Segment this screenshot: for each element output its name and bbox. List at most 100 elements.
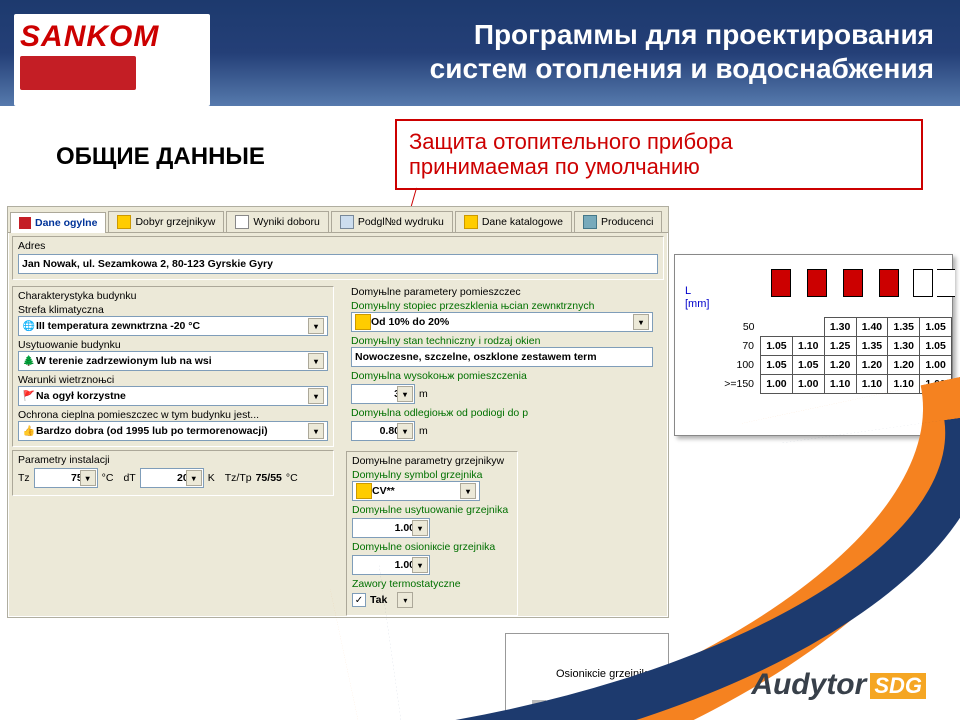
chevron-down-icon: ▾: [397, 423, 413, 439]
unit-m: m: [419, 388, 428, 400]
rad-symbol-select[interactable]: CV**▾: [352, 481, 480, 501]
chevron-down-icon: ▾: [80, 470, 96, 486]
row-label: >=150: [721, 375, 761, 394]
radiator-variant-icon: [873, 263, 903, 301]
insulation-label: Ochrona cieplna pomieszczeс w tym budynk…: [18, 409, 328, 421]
tab-dane-katalogowe[interactable]: Dane katalogowe: [455, 211, 572, 232]
tab-bar: Dane ogуlne Dobуr grzejnikуw Wyniki dobo…: [8, 207, 668, 233]
radiator-visualization: Osіoniкcie grzejnika.: [505, 633, 669, 720]
building-characteristics-group: Charakterystyka budynku Strefa klimatycz…: [12, 286, 334, 447]
dt-input[interactable]: 20▾: [140, 468, 204, 488]
callout-box: Защита отопительного прибора принимаемая…: [395, 119, 923, 190]
floor-distance-input[interactable]: 0.80▾: [351, 421, 415, 441]
shielding-coefficients-popup: L[mm] 501.301.401.351.05 701.051.101.251…: [674, 254, 953, 436]
coeff-cell: 1.10: [888, 375, 920, 394]
coeff-cell: 1.00: [920, 375, 952, 394]
coeff-cell: 1.00: [761, 375, 793, 394]
windows-select[interactable]: Nowoczesne, szczelne, oszklone zestawem …: [351, 347, 653, 367]
address-field[interactable]: Jan Nowak, ul. Sezamkowa 2, 80-123 Gуrsk…: [18, 254, 658, 274]
coeff-cell: 1.35: [856, 337, 888, 356]
home-icon: [19, 217, 31, 229]
glazing-label: Domyњlny stopieс przeszklenia њcian zewn…: [351, 300, 653, 312]
coeff-cell: 1.40: [856, 318, 888, 337]
coeff-cell: 1.35: [888, 318, 920, 337]
radiator-variant-icon: [801, 263, 831, 301]
thermo-valve-value: Tak: [370, 594, 387, 606]
dt-unit: K: [208, 472, 215, 484]
room-height-label: Domyњlna wysokoњж pomieszczenia: [351, 370, 653, 382]
tree-icon: 🌲: [22, 354, 36, 368]
group-label: Charakterystyka budynku: [18, 290, 328, 302]
rad-position-label: Domyњlne usytuowanie grzejnika: [352, 504, 512, 516]
preview-icon: [340, 215, 354, 229]
tz-unit: °C: [102, 472, 114, 484]
coeff-cell: 1.30: [888, 337, 920, 356]
dt-label: dT: [123, 472, 135, 484]
wind-select[interactable]: 🚩Na ogуł korzystne▾: [18, 386, 328, 406]
chevron-down-icon: ▾: [308, 353, 324, 369]
wind-label: Warunki wietrznoњci: [18, 374, 328, 386]
chevron-down-icon: ▾: [397, 386, 413, 402]
sankom-logo: SANKOM: [14, 14, 210, 106]
radiator-icon: [356, 483, 372, 499]
unit-m: m: [419, 425, 428, 437]
coeff-table: 501.301.401.351.05 701.051.101.251.351.3…: [721, 317, 952, 394]
coeff-cell: 1.05: [920, 318, 952, 337]
tz-input[interactable]: 75▾: [34, 468, 98, 488]
location-label: Usytuowanie budynku: [18, 339, 328, 351]
row-label: 50: [721, 318, 761, 337]
results-icon: [235, 215, 249, 229]
address-group: Adres Jan Nowak, ul. Sezamkowa 2, 80-123…: [12, 236, 664, 280]
coeff-cell: 1.20: [856, 356, 888, 375]
coeff-cell: 1.05: [761, 337, 793, 356]
glazing-select[interactable]: Od 10% do 20%▾: [351, 312, 653, 332]
tab-wyniki-doboru[interactable]: Wyniki doboru: [226, 211, 328, 232]
globe-icon: 🌐: [22, 319, 36, 333]
floor-distance-label: Domyњlna odlegіoњж od podіogi do p: [351, 407, 653, 419]
wall-icon: [532, 700, 546, 720]
radiator-variant-icon: [931, 263, 960, 301]
group-label: Domyњlne parametery pomieszczeс: [351, 286, 653, 298]
chevron-down-icon: ▾: [308, 388, 324, 404]
climate-zone-label: Strefa klimatyczna: [18, 304, 328, 316]
coeff-axis-label: L[mm]: [685, 285, 709, 311]
rad-position-input[interactable]: 1.00▾: [352, 518, 430, 538]
group-label: Parametry instalacji: [18, 454, 328, 466]
radiator-variant-icon: [837, 263, 867, 301]
insulation-select[interactable]: 👍Bardzo dobra (od 1995 lub po termorenow…: [18, 421, 328, 441]
audytor-brand: AudytorSDG: [751, 668, 926, 702]
chevron-down-icon: ▾: [633, 314, 649, 330]
location-select[interactable]: 🌲W terenie zadrzewionym lub na wsi▾: [18, 351, 328, 371]
chevron-down-icon: ▾: [412, 557, 428, 573]
vis-label: Osіoniкcie grzejnika.: [556, 668, 656, 680]
tab-dane-ogolne[interactable]: Dane ogуlne: [10, 212, 106, 233]
thermo-valve-checkbox[interactable]: ✓: [352, 593, 366, 607]
tab-dobor-grzejnikow[interactable]: Dobуr grzejnikуw: [108, 211, 224, 232]
general-data-dialog: Dane ogуlne Dobуr grzejnikуw Wyniki dobo…: [7, 206, 669, 618]
coeff-cell: 1.25: [824, 337, 856, 356]
climate-zone-select[interactable]: 🌐III temperatura zewnкtrzna -20 °C▾: [18, 316, 328, 336]
tab-producenci[interactable]: Producenci: [574, 211, 663, 232]
tz-label: Tz: [18, 472, 30, 484]
section-heading: ОБЩИЕ ДАННЫЕ: [56, 143, 265, 171]
rad-shield-label: Domyњlne osіoniкcie grzejnika: [352, 541, 512, 553]
thumb-up-icon: 👍: [22, 424, 36, 438]
chevron-down-icon: ▾: [397, 592, 413, 608]
radiator-variant-icon: [765, 263, 795, 301]
coeff-cell: 1.05: [792, 356, 824, 375]
room-defaults-group: Domyњlne parametery pomieszczeс Domyњlny…: [346, 286, 658, 448]
coeff-cell: 1.10: [824, 375, 856, 394]
tab-podglad-wydruku[interactable]: Podgl№d wydruku: [331, 211, 453, 232]
group-label: Domyњlne parametry grzejnikуw: [352, 455, 512, 467]
installation-params-group: Parametry instalacji Tz 75▾ °C dT 20▾ K …: [12, 450, 334, 496]
producers-icon: [583, 215, 597, 229]
chevron-down-icon: ▾: [186, 470, 202, 486]
room-height-input[interactable]: 3▾: [351, 384, 415, 404]
coeff-cell: 1.05: [920, 337, 952, 356]
coeff-cell: 1.10: [792, 337, 824, 356]
chevron-down-icon: ▾: [308, 318, 324, 334]
coeff-cell: 1.00: [920, 356, 952, 375]
rad-shield-input[interactable]: 1.00▾: [352, 555, 430, 575]
windows-label: Domyњlny stan techniczny i rodzaj okien: [351, 335, 653, 347]
coeff-cell: 1.20: [824, 356, 856, 375]
